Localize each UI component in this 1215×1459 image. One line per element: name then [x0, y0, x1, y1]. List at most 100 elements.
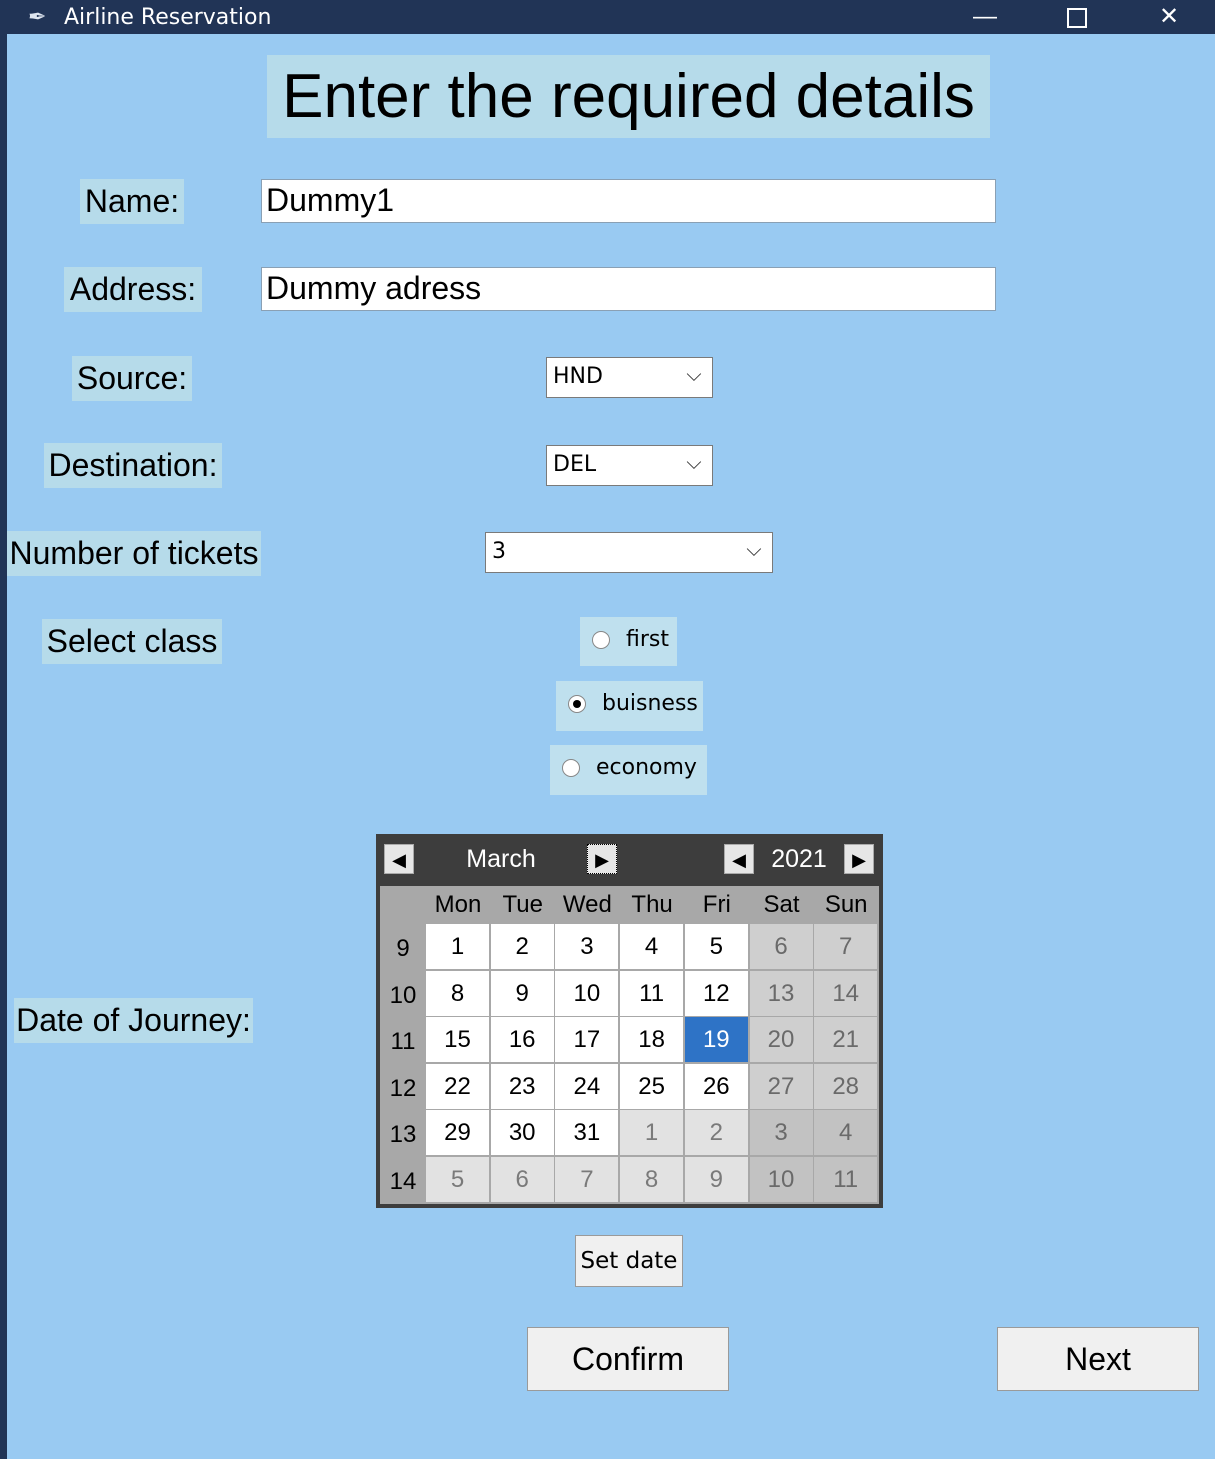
calendar-day[interactable]: 11	[620, 970, 684, 1016]
calendar-day[interactable]: 22	[426, 1063, 489, 1109]
tickets-label: Number of tickets	[7, 531, 261, 576]
class-radio-economy[interactable]: economy	[550, 745, 707, 795]
close-button[interactable]: ✕	[1134, 0, 1204, 34]
weekday-header: Sun	[824, 891, 868, 918]
calendar-day[interactable]: 17	[555, 1017, 619, 1063]
calendar-day[interactable]: 4	[814, 1110, 878, 1156]
calendar-month: March	[466, 845, 536, 873]
weekday-header: Thu	[631, 891, 673, 918]
chevron-down-icon[interactable]: ⌵	[680, 450, 708, 480]
next-year-button[interactable]: ▶	[844, 844, 874, 874]
calendar-day[interactable]: 13	[749, 970, 813, 1016]
calendar-day[interactable]: 14	[814, 970, 878, 1016]
calendar-day[interactable]: 30	[490, 1110, 554, 1156]
calendar-year: 2021	[771, 845, 827, 873]
calendar-day[interactable]: 31	[555, 1110, 619, 1156]
tickets-select[interactable]: 3 ⌵	[485, 532, 773, 573]
source-value: HND	[553, 364, 603, 389]
radio-indicator[interactable]	[568, 695, 586, 713]
weekday-header: Fri	[702, 891, 731, 918]
date-calendar[interactable]: ◀ March ▶ ◀ 2021 ▶ Mon Tue Wed Thu Fri Sat Sun…	[376, 834, 883, 1208]
destination-select[interactable]: DEL ⌵	[546, 445, 713, 486]
week-number: 9	[396, 935, 410, 962]
radio-label: economy	[596, 755, 697, 780]
calendar-day[interactable]: 10	[555, 970, 619, 1016]
next-button[interactable]: Next	[997, 1327, 1199, 1391]
source-select[interactable]: HND ⌵	[546, 357, 713, 398]
class-radio-first[interactable]: first	[580, 617, 677, 666]
calendar-day[interactable]: 23	[490, 1063, 554, 1109]
calendar-day[interactable]: 7	[814, 924, 878, 969]
calendar-day[interactable]: 8	[426, 970, 489, 1016]
maximize-icon	[1067, 7, 1087, 28]
week-number: 10	[389, 981, 417, 1009]
calendar-day[interactable]: 24	[555, 1063, 619, 1109]
calendar-day[interactable]: 20	[749, 1017, 813, 1063]
date-label: Date of Journey:	[14, 998, 253, 1043]
calendar-day[interactable]: 9	[490, 970, 554, 1016]
calendar-day[interactable]: 15	[426, 1017, 489, 1063]
radio-label: first	[626, 627, 669, 652]
calendar-day[interactable]: 1	[426, 924, 489, 969]
calendar-day[interactable]: 5	[426, 1157, 489, 1202]
radio-indicator[interactable]	[592, 631, 610, 649]
window-title: Airline Reservation	[64, 5, 272, 30]
confirm-button[interactable]: Confirm	[527, 1327, 729, 1391]
calendar-day[interactable]: 12	[684, 970, 748, 1016]
tickets-value: 3	[492, 539, 506, 564]
week-number: 13	[389, 1121, 417, 1149]
calendar-day[interactable]: 2	[684, 1110, 748, 1156]
address-field[interactable]: Dummy adress	[261, 267, 996, 311]
calendar-day[interactable]: 28	[814, 1063, 878, 1109]
calendar-day[interactable]: 10	[749, 1157, 813, 1202]
window-border	[0, 34, 7, 1459]
calendar-day[interactable]: 7	[555, 1157, 619, 1202]
calendar-day[interactable]: 5	[684, 924, 748, 969]
calendar-weekday-row: Mon Tue Wed Thu Fri Sat Sun	[380, 886, 879, 924]
calendar-day[interactable]: 1	[620, 1110, 684, 1156]
calendar-day[interactable]: 27	[749, 1063, 813, 1109]
calendar-day[interactable]: 6	[490, 1157, 554, 1202]
radio-indicator[interactable]	[562, 759, 580, 777]
calendar-day[interactable]: 6	[749, 924, 813, 969]
radio-label: buisness	[602, 691, 698, 716]
window-titlebar: ✒ Airline Reservation — ✕	[0, 0, 1215, 34]
calendar-day[interactable]: 9	[684, 1157, 748, 1202]
class-radio-business[interactable]: buisness	[556, 681, 703, 731]
feather-icon: ✒	[28, 4, 47, 29]
week-number: 11	[390, 1028, 416, 1056]
calendar-day[interactable]: 18	[620, 1017, 684, 1063]
next-month-button[interactable]: ▶	[587, 844, 617, 874]
name-field[interactable]: Dummy1	[261, 179, 996, 223]
calendar-day[interactable]: 29	[426, 1110, 489, 1156]
calendar-day[interactable]: 3	[749, 1110, 813, 1156]
maximize-button[interactable]	[1042, 0, 1112, 34]
prev-month-button[interactable]: ◀	[384, 844, 414, 874]
class-label: Select class	[42, 619, 222, 664]
calendar-day[interactable]: 4	[620, 924, 684, 969]
weekday-header: Mon	[434, 891, 482, 918]
address-label: Address:	[64, 267, 202, 312]
set-date-button[interactable]: Set date	[575, 1235, 683, 1287]
prev-year-button[interactable]: ◀	[724, 844, 754, 874]
weekday-header: Sat	[763, 891, 800, 918]
week-number: 14	[389, 1168, 417, 1195]
name-label: Name:	[80, 179, 184, 224]
source-label: Source:	[72, 356, 192, 401]
calendar-day[interactable]: 21	[814, 1017, 878, 1063]
calendar-day[interactable]: 2	[490, 924, 554, 969]
chevron-down-icon[interactable]: ⌵	[740, 537, 768, 567]
calendar-day[interactable]: 19	[684, 1017, 748, 1063]
destination-value: DEL	[553, 452, 597, 477]
minimize-button[interactable]: —	[950, 0, 1020, 34]
calendar-grid: 9 1 2 3 4 5 6 7 10 8 9 10 11 12 13 14 11 15 16 17 18 19 20 21 12…	[380, 924, 879, 1204]
calendar-day[interactable]: 25	[620, 1063, 684, 1109]
calendar-day[interactable]: 3	[555, 924, 619, 969]
week-number: 12	[389, 1074, 417, 1102]
calendar-day[interactable]: 26	[684, 1063, 748, 1109]
calendar-header: ◀ March ▶ ◀ 2021 ▶	[376, 834, 883, 884]
calendar-day[interactable]: 8	[620, 1157, 684, 1202]
calendar-day[interactable]: 16	[490, 1017, 554, 1063]
calendar-day[interactable]: 11	[814, 1157, 878, 1202]
chevron-down-icon[interactable]: ⌵	[680, 362, 708, 392]
